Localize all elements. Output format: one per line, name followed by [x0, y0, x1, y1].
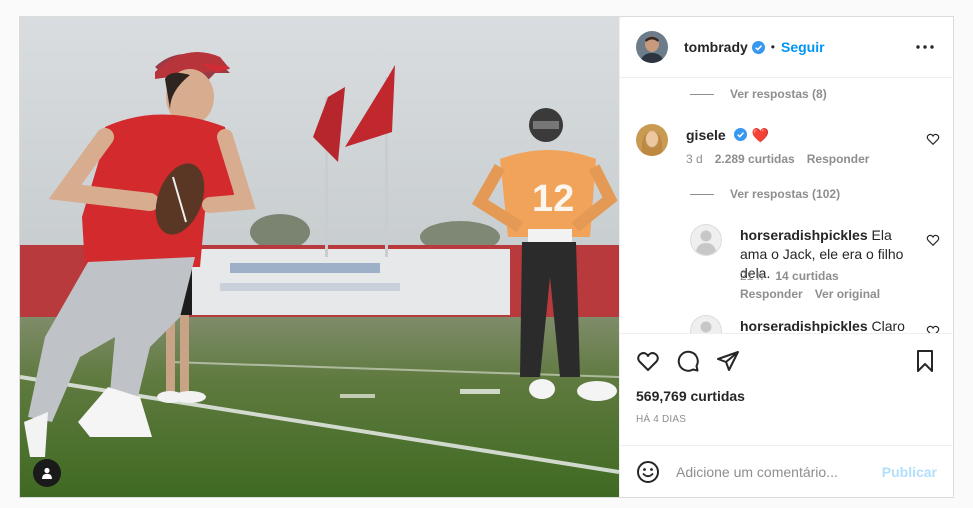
view-replies-label: Ver respostas (8) [730, 87, 827, 101]
comment-like-heart-icon[interactable] [926, 324, 940, 333]
view-replies-button[interactable]: Ver respostas (8) [690, 87, 827, 101]
comment-username[interactable]: horseradishpickles [740, 227, 868, 243]
comment-time[interactable]: 21 h [740, 269, 763, 283]
view-replies-label: Ver respostas (102) [730, 187, 841, 201]
avatar-image [636, 124, 668, 156]
commenter-avatar[interactable] [690, 315, 722, 333]
replies-line [690, 93, 714, 95]
avatar-image [636, 31, 668, 63]
bookmark-icon[interactable] [913, 349, 937, 373]
comment-icon[interactable] [676, 349, 700, 373]
football-practice-photo: 12 [20, 17, 619, 497]
comment-item: horseradishpickles Claro [740, 317, 920, 333]
comment-text: Claro [871, 318, 905, 333]
reply-button[interactable]: Responder [740, 287, 803, 301]
add-comment-bar: Publicar [620, 445, 953, 497]
comment-time[interactable]: 3 d [686, 152, 703, 166]
paper-plane-icon[interactable] [716, 349, 740, 373]
post-image[interactable]: 12 [20, 17, 619, 497]
user-icon [42, 467, 52, 479]
commenter-avatar[interactable] [690, 224, 722, 256]
comment-actions: Responder Ver original [740, 287, 880, 301]
tagged-users-button[interactable] [33, 459, 61, 487]
default-avatar-icon [690, 224, 722, 256]
heart-icon[interactable] [636, 349, 660, 373]
comment-username[interactable]: horseradishpickles [740, 318, 868, 333]
view-replies-button[interactable]: Ver respostas (102) [690, 187, 840, 201]
author-username[interactable]: tombrady [684, 39, 748, 55]
default-avatar-icon [690, 315, 722, 333]
author-avatar[interactable] [636, 31, 668, 63]
comment-input[interactable] [676, 463, 882, 480]
verified-badge-icon [751, 40, 765, 54]
post-date[interactable]: HÁ 4 DIAS [620, 408, 953, 436]
comment-meta: 21 h 14 curtidas [740, 269, 839, 283]
separator-dot: • [770, 40, 775, 54]
comment-meta: 3 d 2.289 curtidas Responder [686, 152, 869, 166]
likes-count[interactable]: 569,769 curtidas [620, 388, 953, 408]
emoji-icon[interactable] [636, 460, 660, 484]
ellipsis-icon [916, 45, 934, 49]
comment-username[interactable]: gisele [686, 127, 726, 143]
more-options-button[interactable] [913, 35, 937, 59]
see-original-button[interactable]: Ver original [815, 287, 880, 301]
commenter-avatar[interactable] [636, 124, 668, 156]
publish-button[interactable]: Publicar [882, 464, 937, 480]
post-header: tombrady • Seguir [620, 17, 953, 78]
comment-like-heart-icon[interactable] [926, 132, 940, 146]
follow-button[interactable]: Seguir [781, 39, 825, 55]
svg-text:12: 12 [532, 178, 574, 220]
post-dialog: 12 tombrady • Seguir Ver respostas (8) g… [19, 16, 954, 498]
comment-like-heart-icon[interactable] [926, 233, 940, 247]
post-side-panel: tombrady • Seguir Ver respostas (8) gise… [619, 17, 953, 497]
replies-line [690, 193, 714, 195]
comment-text: ❤️ [751, 127, 770, 143]
comment-item: gisele ❤️ [686, 126, 916, 145]
post-actions [620, 333, 953, 388]
reply-button[interactable]: Responder [807, 152, 870, 166]
comment-likes[interactable]: 2.289 curtidas [715, 152, 795, 166]
comment-likes[interactable]: 14 curtidas [775, 269, 838, 283]
verified-badge-icon [734, 128, 748, 141]
comments-list[interactable]: Ver respostas (8) gisele ❤️ 3 d 2.289 cu… [620, 78, 953, 333]
